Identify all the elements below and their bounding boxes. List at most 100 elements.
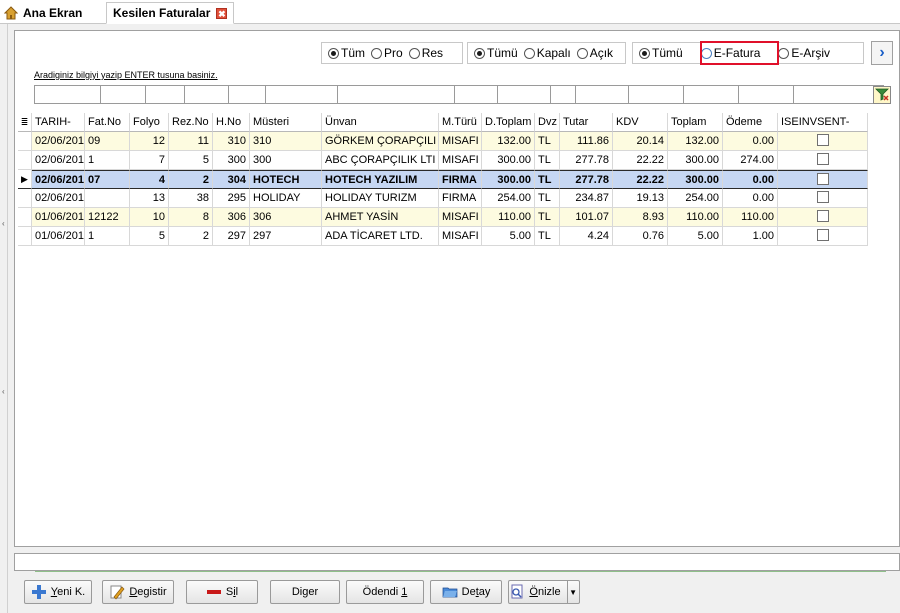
cell-hno: 304 [213,170,250,189]
column-header[interactable]: Toplam [668,113,723,132]
next-button[interactable]: › [871,41,893,65]
table-row[interactable]: 01/06/2017 1 5 2 297 297 ADA TİCARET LTD. MISAF… [18,227,873,246]
checkbox[interactable] [816,210,829,223]
clear-filter-button[interactable] [873,86,891,104]
collapse-left-icon-2[interactable]: ‹ [2,388,6,396]
filter-cell-13[interactable] [739,85,794,104]
radio-icon[interactable] [408,47,420,59]
cell-fatno: 07 [85,170,130,189]
new-button[interactable]: Yeni K. [24,580,92,604]
tab-home[interactable]: Ana Ekran [4,3,82,23]
checkbox[interactable] [816,191,829,204]
radio-icon[interactable] [523,47,535,59]
edit-button[interactable]: Degistir [102,580,174,604]
column-header[interactable]: Fat.No [85,113,130,132]
radio-icon[interactable] [576,47,588,59]
column-header[interactable]: TARIH- [32,113,85,132]
cell-dtoplam: 300.00 [482,151,535,170]
group3-option-0[interactable]: Tümü [639,46,683,60]
group1-option-2[interactable]: Res [408,46,443,60]
column-header[interactable]: ISEINVSENT- [778,113,868,132]
filter-cell-9[interactable] [551,85,576,104]
filter-cell-6[interactable] [338,85,455,104]
cell-tarih: 02/06/2017 [32,151,85,170]
cell-toplam: 110.00 [668,208,723,227]
cell-odeme: 274.00 [723,151,778,170]
collapse-left-icon[interactable]: ‹ [2,220,6,228]
filter-cell-12[interactable] [684,85,739,104]
group2-option-0[interactable]: Tümü [474,46,518,60]
filter-cell-1[interactable] [101,85,146,104]
filter-cell-7[interactable] [455,85,498,104]
column-header[interactable]: Tutar [560,113,613,132]
filter-cell-2[interactable] [146,85,185,104]
column-chooser-icon[interactable]: ≣ [18,113,32,132]
checkbox[interactable] [816,134,829,147]
cell-hno: 300 [213,151,250,170]
row-indicator [18,189,32,208]
column-header[interactable]: KDV [613,113,668,132]
column-header[interactable]: Folyo [130,113,169,132]
group2-option-1[interactable]: Kapalı [523,46,571,60]
action-toolbar: Yeni K. Degistir Sil Diger Ödendi 1 Deta… [14,575,900,613]
cell-rezno: 5 [169,151,213,170]
radio-icon[interactable] [639,47,650,59]
cell-tutar: 277.78 [560,151,613,170]
table-row[interactable]: ▶ 02/06/2017 07 4 2 304 HOTECH HOTECH YAZILIM FI… [18,170,873,189]
cell-odeme: 0.00 [723,170,778,189]
cell-tutar: 4.24 [560,227,613,246]
preview-button[interactable]: Önizle ▼ [508,580,580,604]
filter-cell-14[interactable] [794,85,884,104]
delete-button-label: Sil [225,586,239,598]
group1-option-1[interactable]: Pro [371,46,403,60]
cell-rezno: 11 [169,132,213,151]
radio-icon[interactable] [328,47,339,59]
filter-cell-0[interactable] [34,85,101,104]
group2-option-label: Açık [589,46,614,60]
column-header[interactable]: Ünvan [322,113,439,132]
cell-unvan: AHMET YASİN [322,208,439,227]
table-row[interactable]: 02/06/2017 1 7 5 300 300 ABC ÇORAPÇILIK LTI MIS… [18,151,873,170]
dropdown-arrow-icon[interactable]: ▼ [566,581,579,603]
filter-cell-3[interactable] [185,85,229,104]
cell-tarih: 02/06/2017 [32,132,85,151]
checkbox[interactable] [816,153,829,166]
delete-button[interactable]: Sil [186,580,258,604]
paid-button[interactable]: Ödendi 1 [346,580,424,604]
radio-icon[interactable] [474,47,485,59]
cell-kdv: 20.14 [613,132,668,151]
table-row[interactable]: 02/06/2017 09 12 11 310 310 GÖRKEM ÇORAPÇILI MI… [18,132,873,151]
column-header[interactable]: H.No [213,113,250,132]
checkbox[interactable] [816,173,829,186]
filter-cell-8[interactable] [498,85,551,104]
filter-cell-5[interactable] [266,85,338,104]
cell-fatno: 1 [85,227,130,246]
tab-kesilen-faturalar[interactable]: Kesilen Faturalar ✖ [106,2,235,24]
other-button[interactable]: Diger [270,580,340,604]
radio-icon[interactable] [371,47,382,59]
group3-option-2[interactable]: E-Arşiv [778,46,830,60]
column-header[interactable]: D.Toplam [482,113,535,132]
detail-button[interactable]: Detay [430,580,502,604]
row-indicator: ▶ [18,170,32,189]
column-header[interactable]: Müsteri [250,113,322,132]
invoice-grid[interactable]: ≣ TARIH- Fat.No Folyo Rez.No H.No Müsteri Ünvan… [18,113,873,246]
column-header[interactable]: Rez.No [169,113,213,132]
cell-mturu: MISAFI [439,208,482,227]
column-header[interactable]: Ödeme [723,113,778,132]
cell-toplam: 254.00 [668,189,723,208]
close-icon[interactable]: ✖ [216,7,228,19]
filter-cell-11[interactable] [629,85,684,104]
checkbox[interactable] [816,229,829,242]
table-row[interactable]: 02/06/2017 13 38 295 HOLIDAY HOLIDAY TURIZM FI… [18,189,873,208]
filter-cell-10[interactable] [576,85,629,104]
left-splitter[interactable]: ‹ ‹ [0,24,8,613]
radio-icon[interactable] [778,47,790,59]
column-header[interactable]: Dvz [535,113,560,132]
table-row[interactable]: 01/06/2017 12122 10 8 306 306 AHMET YASİN MISAF… [18,208,873,227]
cell-kdv: 22.22 [613,151,668,170]
group2-option-2[interactable]: Açık [576,46,614,60]
group1-option-0[interactable]: Tüm [328,46,365,60]
column-header[interactable]: M.Türü [439,113,482,132]
filter-cell-4[interactable] [229,85,266,104]
